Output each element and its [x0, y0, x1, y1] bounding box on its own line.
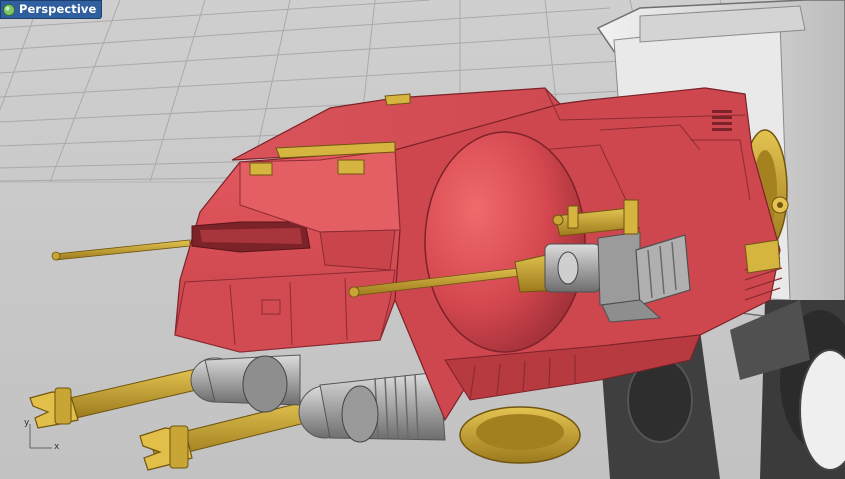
lower-wheel	[459, 406, 581, 464]
axis-x-label: x	[54, 442, 60, 452]
viewport-title-tab[interactable]: Perspective	[0, 0, 103, 19]
axis-y-label: y	[24, 418, 30, 428]
hull-dome	[424, 131, 586, 353]
render-scene[interactable]	[0, 0, 845, 479]
viewport-title: Perspective	[19, 2, 97, 16]
perspective-viewport[interactable]: Perspective y x	[0, 0, 845, 479]
viewport-sphere-icon	[3, 3, 15, 16]
axis-gizmo: y x	[22, 418, 70, 456]
